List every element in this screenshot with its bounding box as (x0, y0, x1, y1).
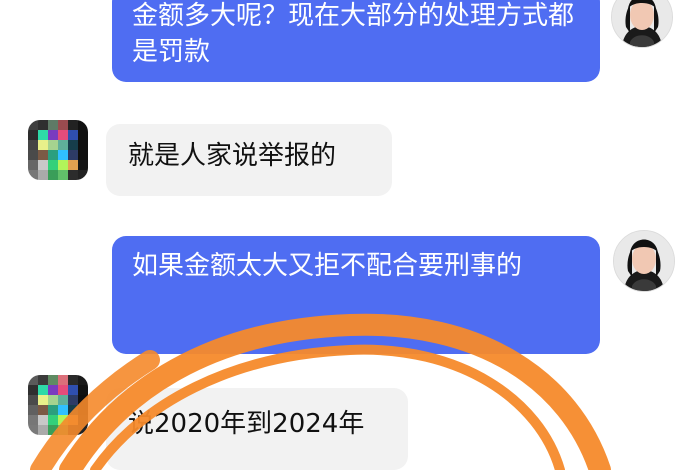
pixelated-avatar-icon (28, 375, 88, 435)
outgoing-message-3[interactable]: 如果金额太大又拒不配合要刑事的 (112, 236, 600, 354)
chat-window: 金额多大呢？现在大部分的处理方式都是罚款 就是人家说举报的 如果金额太大又拒不配… (0, 0, 700, 470)
agent-avatar-icon[interactable] (613, 230, 675, 292)
outgoing-message-1[interactable]: 金额多大呢？现在大部分的处理方式都是罚款 (112, 0, 600, 82)
user-avatar-icon[interactable] (28, 375, 88, 435)
incoming-message-2[interactable]: 就是人家说举报的 (106, 124, 392, 196)
user-avatar-icon[interactable] (28, 120, 88, 180)
message-text: 金额多大呢？现在大部分的处理方式都是罚款 (132, 1, 575, 67)
agent-avatar-icon[interactable] (611, 0, 673, 48)
message-text: 如果金额太大又拒不配合要刑事的 (132, 251, 523, 281)
incoming-message-4[interactable]: 说2020年到2024年 (106, 388, 408, 470)
woman-portrait-icon (614, 231, 674, 291)
pixelated-avatar-icon (28, 120, 88, 180)
message-text: 说2020年到2024年 (128, 409, 365, 439)
woman-portrait-icon (612, 0, 672, 47)
message-text: 就是人家说举报的 (128, 141, 337, 171)
